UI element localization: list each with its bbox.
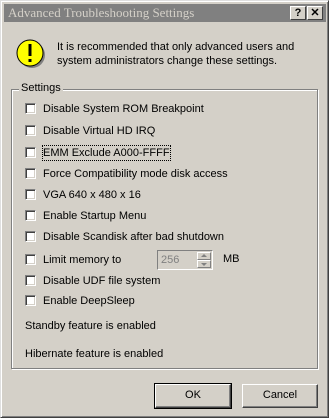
checkbox[interactable] <box>25 275 36 286</box>
standby-status: Standby feature is enabled <box>25 320 156 332</box>
option-label: VGA 640 x 480 x 16 <box>43 189 141 201</box>
warning-icon <box>16 39 45 68</box>
checkbox[interactable] <box>25 254 36 265</box>
title-bar[interactable]: Advanced Troubleshooting Settings ? ✕ <box>4 4 326 22</box>
option-label: Disable System ROM Breakpoint <box>43 103 204 115</box>
dialog-window: Advanced Troubleshooting Settings ? ✕ It… <box>0 0 329 418</box>
option-label: Limit memory to <box>43 254 122 266</box>
close-button[interactable]: ✕ <box>307 6 323 20</box>
checkbox[interactable] <box>25 168 36 179</box>
help-button[interactable]: ? <box>290 6 306 20</box>
cancel-button[interactable]: Cancel <box>242 384 318 408</box>
ok-button[interactable]: OK <box>154 383 232 409</box>
spin-up-arrow-icon[interactable] <box>197 252 211 260</box>
settings-group-label: Settings <box>19 82 63 94</box>
checkbox[interactable] <box>25 103 36 114</box>
hibernate-status: Hibernate feature is enabled <box>25 348 164 360</box>
option-label: Disable Scandisk after bad shutdown <box>43 231 224 243</box>
checkbox[interactable] <box>25 210 36 221</box>
option-label: Enable DeepSleep <box>43 295 135 307</box>
checkbox[interactable] <box>25 189 36 200</box>
option-label: Disable UDF file system <box>43 275 161 287</box>
checkbox[interactable] <box>25 295 36 306</box>
spin-down-arrow-icon[interactable] <box>197 260 211 268</box>
memory-limit-spinner[interactable]: 256 <box>157 250 213 270</box>
option-label: Disable Virtual HD IRQ <box>43 125 156 137</box>
memory-unit-label: MB <box>223 253 240 265</box>
option-label: EMM Exclude A000-FFFF <box>42 145 171 161</box>
memory-limit-input[interactable]: 256 <box>159 252 195 268</box>
window-title: Advanced Troubleshooting Settings <box>8 5 195 20</box>
warning-message: It is recommended that only advanced use… <box>57 41 295 67</box>
option-label: Enable Startup Menu <box>43 210 147 222</box>
option-label: Force Compatibility mode disk access <box>43 168 228 180</box>
checkbox[interactable] <box>25 147 36 158</box>
checkbox[interactable] <box>25 125 36 136</box>
checkbox[interactable] <box>25 231 36 242</box>
